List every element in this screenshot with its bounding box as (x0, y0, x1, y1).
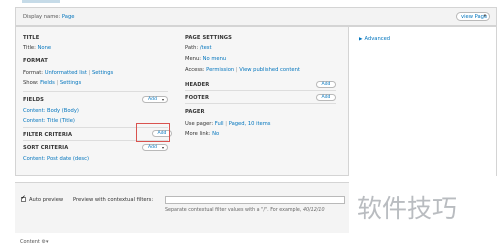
use-pager-label: Use pager: (185, 121, 214, 127)
access-permission-link[interactable]: Permission (206, 67, 234, 73)
path-value-link[interactable]: /test (200, 45, 212, 51)
highlight-box (136, 123, 170, 142)
menu-value-link[interactable]: No menu (203, 56, 227, 62)
add-label: Add (321, 82, 331, 87)
field-item-body[interactable]: Content: Body (Body) (23, 108, 79, 114)
format-settings-link[interactable]: Settings (92, 70, 113, 76)
chevron-down-icon: ▾ (45, 239, 49, 245)
title-value-link[interactable]: None (38, 45, 52, 51)
format-heading: FORMAT (23, 58, 48, 64)
divider (185, 90, 336, 91)
display-bar: Display name: Page view Page ▾ (15, 7, 497, 26)
triangle-right-icon: ▶ (359, 37, 363, 42)
view-settings-panel: TITLE Title: None FORMAT Format: Unforma… (15, 26, 349, 176)
separator: | (235, 67, 238, 73)
divider (185, 103, 336, 104)
title-line: Title: None (23, 45, 51, 51)
format-line: Format: Unformatted list | Settings (23, 70, 113, 76)
contextual-filters-input[interactable] (165, 196, 345, 204)
contextual-filters-help: Separate contextual filter values with a… (165, 208, 325, 213)
display-name-value[interactable]: Page (62, 14, 75, 20)
path-line: Path: /test (185, 45, 212, 51)
footer-add-button[interactable]: Add (316, 94, 336, 101)
field-item-title[interactable]: Content: Title (Title) (23, 118, 75, 124)
sort-add-button[interactable]: Add ▾ (142, 144, 168, 151)
advanced-label: Advanced (364, 36, 391, 42)
access-label: Access: (185, 67, 205, 73)
right-pane: ▶ Advanced (349, 26, 497, 176)
sort-item-post-date[interactable]: Content: Post date (desc) (23, 156, 89, 162)
add-label: Add (148, 145, 157, 150)
advanced-toggle[interactable]: ▶ Advanced (359, 36, 390, 42)
pager-items-link[interactable]: Paged, 10 items (229, 121, 271, 127)
fields-add-button[interactable]: Add ▾ (142, 96, 168, 103)
auto-preview-checkbox[interactable]: ✔ (21, 195, 26, 202)
watermark-text: 软件技巧 (357, 194, 458, 223)
filter-criteria-heading: FILTER CRITERIA (23, 132, 73, 138)
pager-heading: PAGER (185, 109, 205, 115)
page-settings-heading: PAGE SETTINGS (185, 35, 232, 41)
add-label: Add (148, 97, 157, 102)
view-page-button[interactable]: view Page ▾ (456, 12, 490, 21)
separator: | (56, 80, 59, 86)
chevron-down-icon: ▾ (483, 14, 486, 19)
footer-heading: FOOTER (185, 95, 210, 101)
access-line: Access: Permission | View published cont… (185, 67, 300, 73)
top-strip (0, 0, 500, 6)
content-footer-label: Content (20, 239, 40, 245)
sort-criteria-heading: SORT CRITERIA (23, 145, 69, 151)
header-add-button[interactable]: Add (316, 81, 336, 88)
path-label: Path: (185, 45, 199, 51)
help-text: Separate contextual filter values with a… (165, 208, 302, 213)
top-tab-marker (22, 0, 60, 3)
access-view-published-link[interactable]: View published content (239, 67, 300, 73)
title-line-label: Title: (23, 45, 36, 51)
separator: | (225, 121, 228, 127)
separator: | (88, 70, 91, 76)
display-name-label: Display name: Page (23, 14, 74, 20)
header-heading: HEADER (185, 82, 210, 88)
show-fields-link[interactable]: Fields (40, 80, 55, 86)
show-line: Show: Fields | Settings (23, 80, 81, 86)
auto-preview-label: Auto preview (29, 197, 64, 203)
divider (23, 91, 168, 92)
more-link-line: More link: No (185, 131, 219, 137)
display-name-text: Display name: (23, 14, 61, 20)
show-settings-link[interactable]: Settings (60, 80, 81, 86)
format-line-label: Format: (23, 70, 44, 76)
add-label: Add (321, 95, 331, 100)
contextual-filters-label: Preview with contextual filters: (73, 197, 154, 203)
content-footer[interactable]: Content ⚙▾ (20, 239, 48, 245)
show-line-label: Show: (23, 80, 39, 86)
title-heading: TITLE (23, 35, 40, 41)
format-value-link[interactable]: Unformatted list (45, 70, 87, 76)
use-pager-line: Use pager: Full | Paged, 10 items (185, 121, 271, 127)
menu-label: Menu: (185, 56, 201, 62)
fields-heading: FIELDS (23, 97, 44, 103)
checkmark-icon: ✔ (21, 195, 26, 201)
chevron-down-icon: ▾ (161, 145, 164, 150)
chevron-down-icon: ▾ (161, 97, 164, 102)
more-link-value[interactable]: No (212, 131, 219, 137)
pager-full-link[interactable]: Full (215, 121, 224, 127)
more-link-label: More link: (185, 131, 211, 137)
help-example: 40/12/10 (302, 208, 325, 213)
menu-line: Menu: No menu (185, 56, 226, 62)
